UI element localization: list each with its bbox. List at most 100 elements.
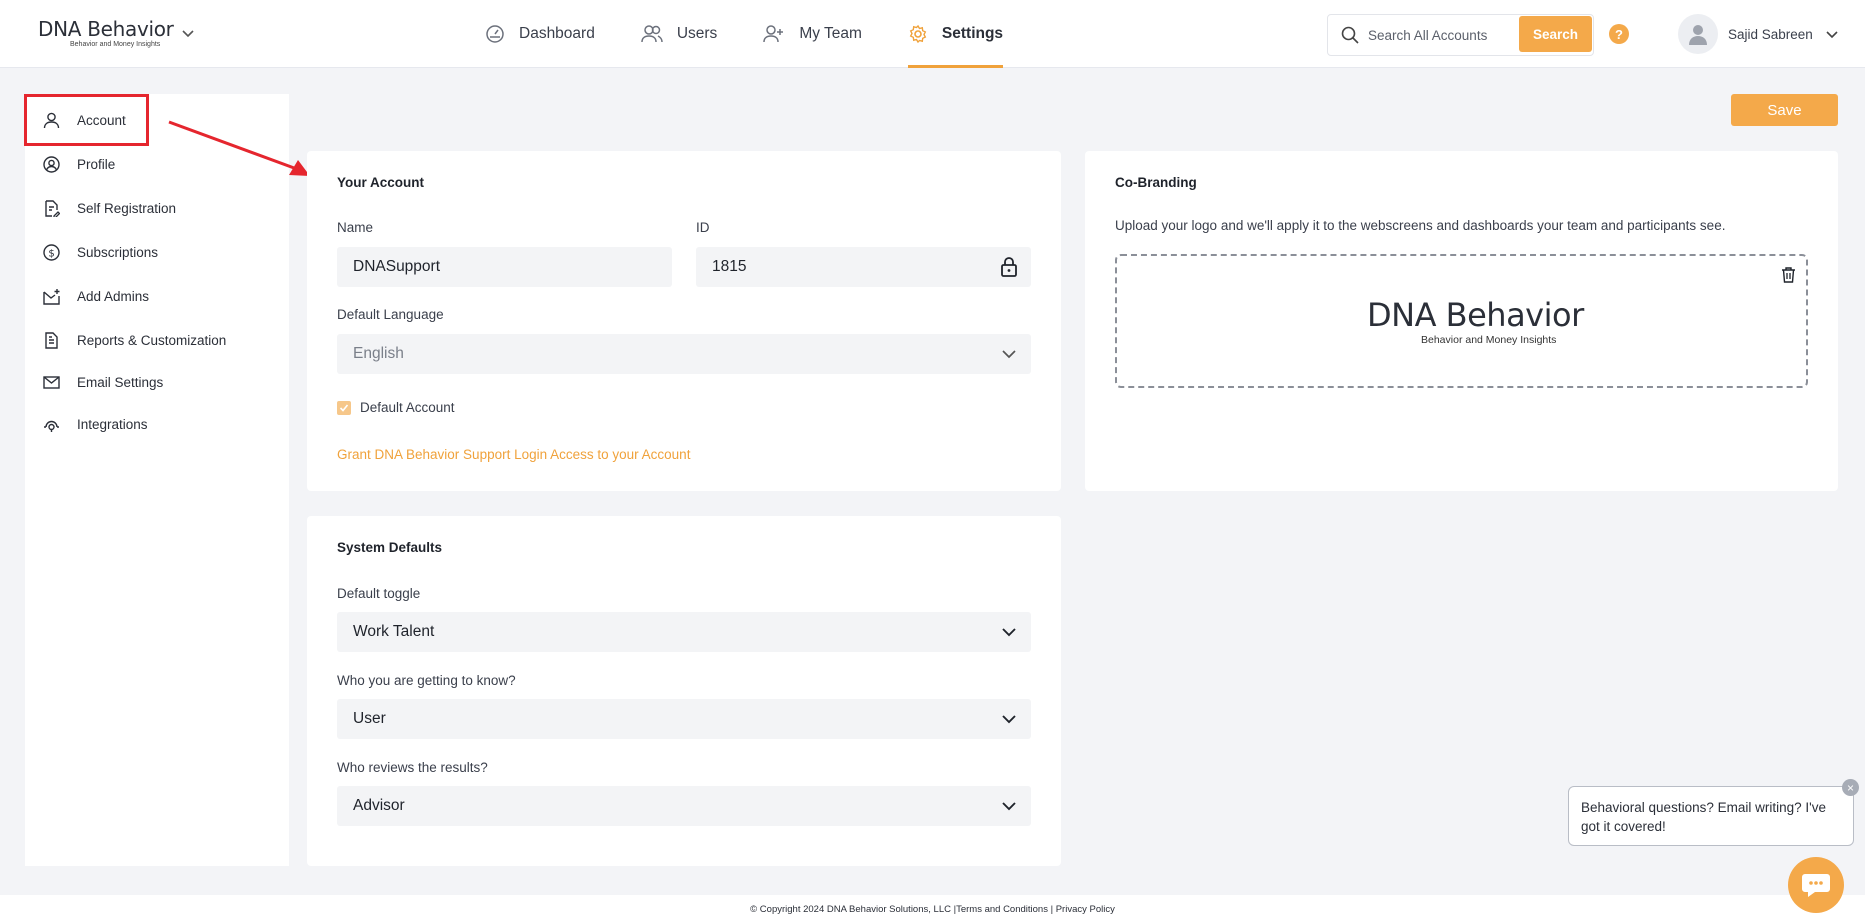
dollar-circle-icon: $: [43, 243, 60, 261]
sidebar-item-self-registration[interactable]: Self Registration: [43, 193, 176, 223]
chevron-down-icon: [1002, 628, 1016, 637]
close-icon[interactable]: ×: [1842, 779, 1859, 796]
nav-settings[interactable]: Settings: [907, 0, 1004, 68]
default-language-value: English: [353, 345, 404, 362]
save-button[interactable]: Save: [1731, 94, 1838, 126]
chevron-down-icon: [1002, 802, 1016, 811]
document-edit-icon: [45, 199, 60, 217]
user-menu[interactable]: Sajid Sabreen: [1678, 14, 1839, 54]
default-toggle-value: Work Talent: [353, 623, 435, 640]
lock-icon: [1001, 257, 1017, 277]
person-icon: [1689, 25, 1707, 45]
sidebar-item-label: Integrations: [77, 416, 148, 432]
default-language-label: Default Language: [337, 307, 444, 322]
terms-link[interactable]: Terms and Conditions: [956, 904, 1048, 915]
search-button[interactable]: Search: [1519, 16, 1592, 52]
system-defaults-card: System Defaults Default toggle Work Tale…: [307, 516, 1061, 866]
chat-icon: [1802, 874, 1830, 897]
nav-users[interactable]: Users: [641, 0, 717, 68]
users-icon: [641, 25, 663, 43]
your-account-title: Your Account: [337, 175, 424, 190]
sidebar-item-label: Add Admins: [77, 288, 150, 304]
account-highlight-box: [24, 94, 149, 146]
help-icon[interactable]: ?: [1609, 24, 1629, 44]
nav-dashboard-label: Dashboard: [519, 25, 595, 42]
report-icon: [45, 331, 58, 349]
nav-my-team[interactable]: My Team: [763, 0, 862, 68]
add-user-icon: [763, 25, 784, 43]
your-account-card: Your Account Name DNASupport ID 1815 Def…: [307, 151, 1061, 491]
top-navigation-bar: DNA Behavior Behavior and Money Insights…: [0, 0, 1865, 68]
logo-upload-dropzone[interactable]: DNA Behavior Behavior and Money Insights: [1115, 254, 1808, 388]
uploaded-logo: DNA Behavior Behavior and Money Insights: [1367, 298, 1584, 346]
logo-text: DNA Behavior: [38, 17, 174, 41]
sidebar-item-label: Email Settings: [77, 374, 164, 390]
dashboard-icon: [486, 25, 504, 43]
chevron-down-icon: [1002, 715, 1016, 724]
id-value: 1815: [712, 258, 747, 275]
system-defaults-title: System Defaults: [337, 540, 443, 555]
default-toggle-label: Default toggle: [337, 586, 421, 601]
footer: © Copyright 2024 DNA Behavior Solutions,…: [0, 895, 1865, 923]
sidebar-item-subscriptions[interactable]: $ Subscriptions: [43, 237, 158, 267]
sidebar-item-add-admins[interactable]: Add Admins: [43, 281, 149, 311]
getting-to-know-select[interactable]: User: [337, 699, 1031, 739]
reviews-results-value: Advisor: [353, 797, 405, 814]
id-field: 1815: [696, 247, 1031, 287]
nav-dashboard[interactable]: Dashboard: [485, 0, 595, 68]
sidebar-item-label: Profile: [77, 156, 116, 172]
getting-to-know-label: Who you are getting to know?: [337, 673, 516, 688]
dna-behavior-logo[interactable]: DNA Behavior Behavior and Money Insights: [38, 17, 174, 52]
footer-separator: |: [1047, 903, 1056, 915]
gear-icon: [909, 24, 927, 44]
profile-circle-icon: [43, 155, 60, 173]
chevron-down-icon: [1002, 350, 1016, 359]
sidebar-item-email-settings[interactable]: Email Settings: [43, 367, 163, 397]
uploaded-logo-tagline: Behavior and Money Insights: [1421, 334, 1557, 346]
sidebar-item-label: Reports & Customization: [77, 332, 227, 348]
chat-prompt-bubble[interactable]: Behavioral questions? Email writing? I'v…: [1568, 786, 1854, 846]
checkmark-icon: [339, 404, 349, 412]
integrations-icon: [44, 420, 59, 432]
nav-my-team-label: My Team: [799, 25, 862, 42]
search-input[interactable]: [1368, 27, 1508, 43]
nav-settings-label: Settings: [941, 25, 1004, 42]
logo-tagline: Behavior and Money Insights: [70, 41, 161, 48]
svg-text:$: $: [48, 248, 54, 259]
search-icon: [1341, 26, 1359, 44]
trash-icon[interactable]: [1781, 266, 1796, 283]
avatar: [1678, 14, 1718, 54]
chat-message: Behavioral questions? Email writing? I'v…: [1581, 800, 1826, 834]
reviews-results-label: Who reviews the results?: [337, 760, 488, 775]
chat-button[interactable]: [1788, 857, 1844, 913]
main-nav: Dashboard Users My Team Settings: [485, 0, 1049, 68]
reviews-results-select[interactable]: Advisor: [337, 786, 1031, 826]
grant-support-access-link[interactable]: Grant DNA Behavior Support Login Access …: [337, 447, 690, 462]
uploaded-logo-text: DNA Behavior: [1367, 296, 1584, 334]
name-value: DNASupport: [353, 258, 441, 275]
default-language-select[interactable]: English: [337, 334, 1031, 374]
default-toggle-select[interactable]: Work Talent: [337, 612, 1031, 652]
default-account-checkbox[interactable]: [337, 401, 351, 415]
sidebar-item-label: Self Registration: [77, 200, 177, 216]
name-label: Name: [337, 220, 374, 235]
getting-to-know-value: User: [353, 710, 386, 727]
inbox-add-icon: [43, 288, 60, 305]
sidebar-item-reports[interactable]: Reports & Customization: [43, 325, 226, 355]
chevron-down-icon: [1826, 31, 1838, 39]
nav-users-label: Users: [676, 25, 718, 42]
default-account-label: Default Account: [360, 400, 455, 415]
privacy-link[interactable]: Privacy Policy: [1056, 904, 1115, 915]
co-branding-card: Co-Branding Upload your logo and we'll a…: [1085, 151, 1838, 491]
co-branding-title: Co-Branding: [1115, 175, 1197, 190]
sidebar-item-profile[interactable]: Profile: [43, 149, 115, 179]
mail-icon: [43, 375, 60, 389]
chevron-down-icon[interactable]: [180, 25, 196, 41]
co-branding-description: Upload your logo and we'll apply it to t…: [1115, 218, 1726, 233]
id-label: ID: [696, 220, 710, 235]
sidebar-item-label: Subscriptions: [77, 244, 159, 260]
annotation-arrow: [168, 120, 310, 176]
name-field[interactable]: DNASupport: [337, 247, 672, 287]
sidebar-item-integrations[interactable]: Integrations: [43, 409, 148, 439]
settings-sidebar: Account Profile Self Registration $ Subs…: [25, 94, 289, 866]
